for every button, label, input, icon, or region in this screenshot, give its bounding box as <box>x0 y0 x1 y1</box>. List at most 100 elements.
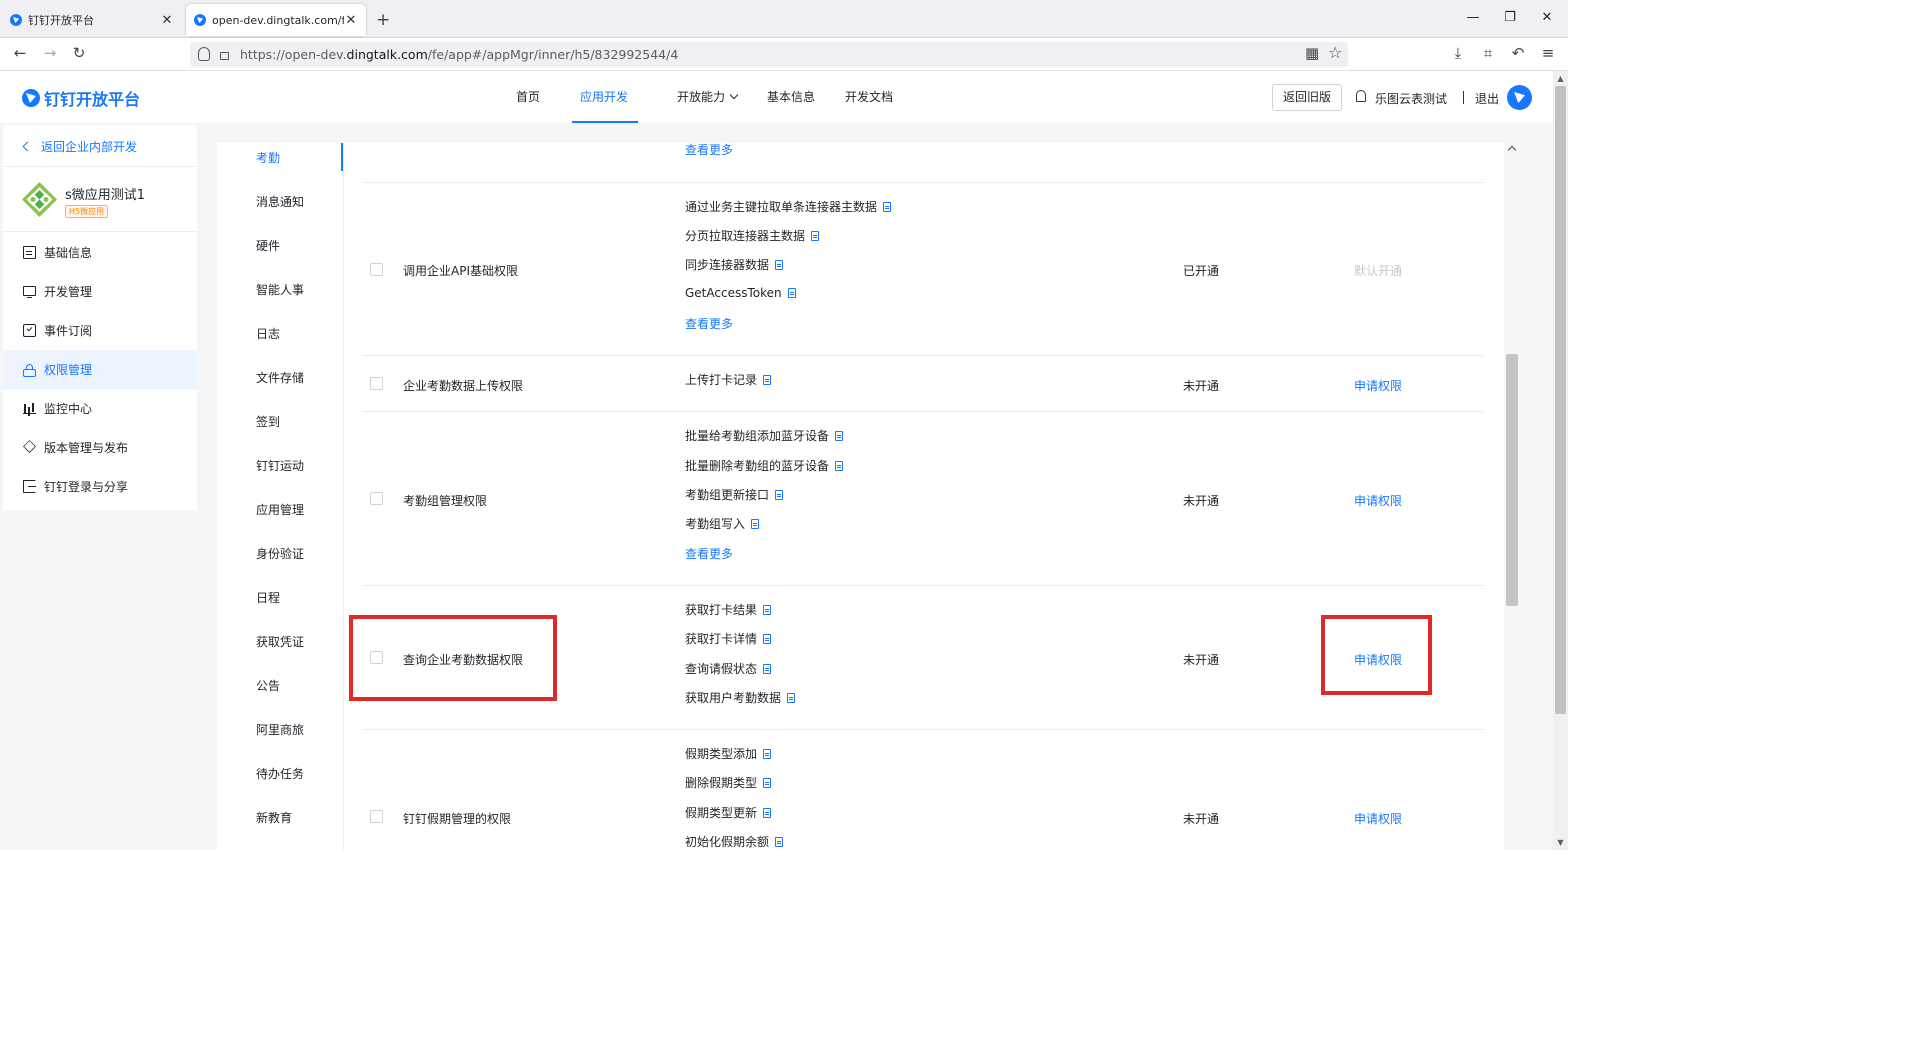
user-avatar[interactable] <box>1507 85 1532 110</box>
category-todo[interactable]: 待办任务 <box>256 765 304 782</box>
api-doc-link[interactable]: 删除假期类型 <box>685 774 772 791</box>
apply-permission-link[interactable]: 申请权限 <box>1354 810 1402 827</box>
table-scrollbar-thumb[interactable] <box>1506 354 1518 606</box>
apply-permission-link[interactable]: 申请权限 <box>1354 492 1402 509</box>
nav-basic-info[interactable]: 基本信息 <box>767 71 815 123</box>
sidebar-item-monitoring[interactable]: 监控中心 <box>3 389 197 428</box>
apply-permission-link[interactable]: 申请权限 <box>1354 377 1402 394</box>
category-credential[interactable]: 获取凭证 <box>256 633 304 650</box>
permission-status: 已开通 <box>1183 264 1220 278</box>
bell-icon[interactable] <box>1356 90 1366 102</box>
screenshot-crop-icon[interactable]: ⌗ <box>1478 44 1498 62</box>
category-sport[interactable]: 钉钉运动 <box>256 457 304 474</box>
sidebar-item-permission-management[interactable]: 权限管理 <box>3 350 197 389</box>
api-doc-link[interactable]: 假期类型更新 <box>685 804 772 821</box>
api-doc-link[interactable]: 通过业务主键拉取单条连接器主数据 <box>685 198 892 215</box>
reload-icon[interactable]: ↻ <box>69 44 89 62</box>
bookmark-star-icon[interactable]: ☆ <box>1328 43 1342 62</box>
sidebar-item-dev-management[interactable]: 开发管理 <box>3 272 197 311</box>
view-more-link[interactable]: 查看更多 <box>685 545 733 562</box>
api-doc-link[interactable]: 批量删除考勤组的蓝牙设备 <box>685 457 844 474</box>
api-doc-link[interactable]: 同步连接器数据 <box>685 256 784 273</box>
api-doc-link[interactable]: GetAccessToken <box>685 286 796 300</box>
sidebar-item-label: 监控中心 <box>44 402 93 416</box>
url-text[interactable]: https://open-dev.dingtalk.com/fe/app#/ap… <box>240 47 678 62</box>
lock-icon[interactable] <box>220 52 229 60</box>
view-more-link[interactable]: 查看更多 <box>685 315 733 332</box>
api-doc-link[interactable]: 初始化假期余额 <box>685 833 784 850</box>
sidebar-item-event-subscription[interactable]: 事件订阅 <box>3 311 197 350</box>
nav-open-capability[interactable]: 开放能力 <box>677 71 739 123</box>
sidebar-item-label: 基础信息 <box>44 246 93 260</box>
return-old-version-button[interactable]: 返回旧版 <box>1272 84 1342 111</box>
browser-tab-dingtalk-home[interactable]: 钉钉开放平台 ✕ <box>2 4 182 36</box>
brand-logo[interactable]: 钉钉开放平台 <box>22 86 140 110</box>
back-to-internal-dev-link[interactable]: 返回企业内部开发 <box>22 138 137 155</box>
api-doc-link[interactable]: 获取打卡详情 <box>685 630 772 647</box>
org-name[interactable]: 乐图云表测试 <box>1375 90 1447 107</box>
scroll-down-arrow-icon[interactable]: ▼ <box>1553 838 1568 847</box>
sidebar-item-version-release[interactable]: 版本管理与发布 <box>3 428 197 467</box>
doc-icon <box>763 777 772 788</box>
dingtalk-favicon-icon <box>194 14 206 26</box>
row-checkbox[interactable] <box>370 263 383 276</box>
nav-app-dev[interactable]: 应用开发 <box>572 71 638 152</box>
category-app-management[interactable]: 应用管理 <box>256 501 304 518</box>
doc-icon <box>835 460 844 471</box>
doc-icon <box>763 748 772 759</box>
sidebar-item-login-share[interactable]: 钉钉登录与分享 <box>3 467 197 506</box>
category-checkin[interactable]: 签到 <box>256 413 280 430</box>
restore-icon[interactable]: ❐ <box>1500 10 1520 25</box>
forward-icon[interactable]: → <box>40 44 60 62</box>
category-message[interactable]: 消息通知 <box>256 193 304 210</box>
row-checkbox[interactable] <box>370 377 383 390</box>
api-doc-link[interactable]: 批量给考勤组添加蓝牙设备 <box>685 427 844 444</box>
category-file-storage[interactable]: 文件存储 <box>256 369 304 386</box>
api-doc-link[interactable]: 假期类型添加 <box>685 745 772 762</box>
logout-link[interactable]: 退出 <box>1475 90 1499 107</box>
category-schedule[interactable]: 日程 <box>256 589 280 606</box>
category-log[interactable]: 日志 <box>256 325 280 342</box>
layers-icon <box>23 440 36 453</box>
app-header: 钉钉开放平台 首页 应用开发 开放能力 基本信息 开发文档 返回旧版 乐图云表测… <box>0 71 1553 152</box>
api-doc-link[interactable]: 考勤组更新接口 <box>685 486 784 503</box>
category-alitrip[interactable]: 阿里商旅 <box>256 721 304 738</box>
view-more-link[interactable]: 查看更多 <box>685 141 733 158</box>
new-tab-icon[interactable]: + <box>376 10 390 30</box>
category-identity[interactable]: 身份验证 <box>256 545 304 562</box>
api-doc-link[interactable]: 分页拉取连接器主数据 <box>685 227 820 244</box>
shield-icon[interactable] <box>198 47 210 61</box>
tab-close-icon[interactable]: ✕ <box>160 13 174 28</box>
window-close-icon[interactable]: ✕ <box>1537 10 1557 25</box>
scroll-up-arrow-icon[interactable]: ▲ <box>1553 74 1568 83</box>
sidebar-item-basic-info[interactable]: 基础信息 <box>3 233 197 272</box>
category-attendance[interactable]: 考勤 <box>256 149 280 166</box>
nav-home[interactable]: 首页 <box>516 71 540 123</box>
menu-icon[interactable]: ≡ <box>1538 44 1558 62</box>
api-doc-link[interactable]: 考勤组写入 <box>685 515 760 532</box>
row-checkbox[interactable] <box>370 810 383 823</box>
api-doc-link[interactable]: 获取用户考勤数据 <box>685 689 796 706</box>
back-icon[interactable]: ← <box>10 44 30 62</box>
download-icon[interactable]: ⤓ <box>1448 44 1468 62</box>
chevron-up-icon[interactable] <box>1505 142 1519 156</box>
sidebar-divider <box>3 166 197 167</box>
api-doc-link[interactable]: 查询请假状态 <box>685 660 772 677</box>
nav-dev-docs[interactable]: 开发文档 <box>845 71 893 123</box>
tab-close-icon[interactable]: ✕ <box>344 13 358 28</box>
row-divider <box>363 585 1484 586</box>
category-education[interactable]: 新教育 <box>256 809 292 826</box>
category-hardware[interactable]: 硬件 <box>256 237 280 254</box>
page-scrollbar-thumb[interactable] <box>1555 86 1566 714</box>
address-bar[interactable]: https://open-dev.dingtalk.com/fe/app#/ap… <box>190 42 1348 67</box>
browser-tab-active[interactable]: open-dev.dingtalk.com/fe/ap ✕ <box>186 4 366 36</box>
minimize-icon[interactable]: — <box>1463 10 1483 25</box>
dingtalk-logo-icon <box>22 89 40 107</box>
category-announcement[interactable]: 公告 <box>256 677 280 694</box>
row-checkbox[interactable] <box>370 492 383 505</box>
category-smart-hr[interactable]: 智能人事 <box>256 281 304 298</box>
qr-code-icon[interactable]: ▦ <box>1305 44 1319 62</box>
api-doc-link[interactable]: 上传打卡记录 <box>685 371 772 388</box>
api-doc-link[interactable]: 获取打卡结果 <box>685 601 772 618</box>
undo-icon[interactable]: ↶ <box>1508 44 1528 62</box>
